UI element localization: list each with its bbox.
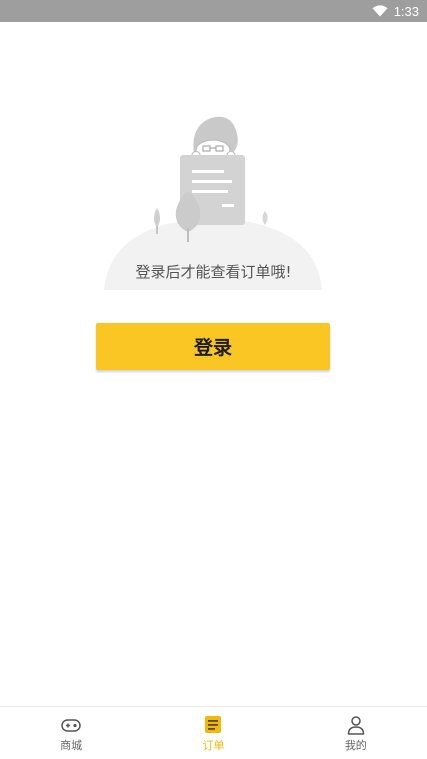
user-icon xyxy=(347,716,365,735)
plant-left xyxy=(154,208,160,228)
wifi-icon xyxy=(372,5,388,17)
bottom-nav: 商城 订单 我的 xyxy=(0,706,427,759)
status-right: 1:33 xyxy=(372,0,419,22)
status-bar: 1:33 xyxy=(0,0,427,22)
status-time: 1:33 xyxy=(393,3,419,19)
nav-label-mine: 我的 xyxy=(344,739,367,752)
nav-label-mall: 商城 xyxy=(60,739,83,752)
nav-label-orders: 订单 xyxy=(202,739,225,752)
plant-right xyxy=(262,211,268,225)
nav-item-mine[interactable]: 我的 xyxy=(285,707,427,759)
nav-item-mall[interactable]: 商城 xyxy=(0,707,142,759)
gamepad-icon xyxy=(61,719,81,732)
login-button[interactable]: 登录 xyxy=(96,323,330,370)
nav-item-orders[interactable]: 订单 xyxy=(142,707,284,759)
order-list-icon xyxy=(205,716,222,733)
empty-state-message: 登录后才能查看订单哦! xyxy=(135,263,292,281)
